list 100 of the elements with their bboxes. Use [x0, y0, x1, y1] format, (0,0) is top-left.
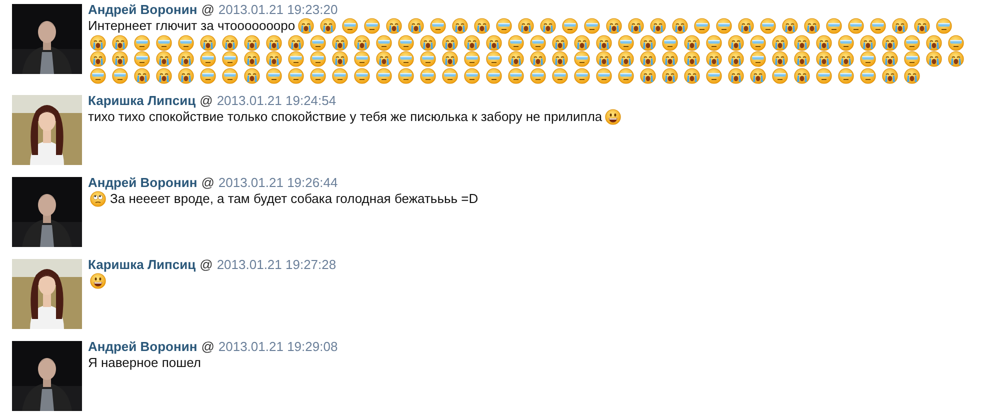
goggles-face-icon [288, 51, 304, 67]
crying-face-icon [508, 51, 524, 67]
crying-face-icon [618, 51, 634, 67]
crying-face-icon [728, 51, 744, 67]
grinning-face-icon [90, 273, 106, 289]
goggles-face-icon [354, 68, 370, 84]
goggles-face-icon [838, 68, 854, 84]
crying-face-icon [90, 51, 106, 67]
author-name[interactable]: Андрей Воронин [88, 339, 198, 354]
crying-face-icon [640, 68, 656, 84]
crying-face-icon [266, 34, 282, 50]
crying-face-icon [772, 51, 788, 67]
crying-face-icon [464, 34, 480, 50]
goggles-face-icon [310, 51, 326, 67]
crying-face-icon [222, 34, 238, 50]
message-text: Я наверное пошел [88, 355, 201, 370]
message-text: За неееет вроде, а там будет собака голодная бежатьььь =D [110, 191, 478, 206]
goggles-face-icon [574, 68, 590, 84]
goggles-face-icon [574, 51, 590, 67]
crying-face-icon [782, 18, 798, 34]
at-sign: @ [201, 175, 214, 190]
crying-face-icon [684, 68, 700, 84]
crying-face-icon [442, 34, 458, 50]
goggles-face-icon [222, 51, 238, 67]
goggles-face-icon [310, 34, 326, 50]
crying-face-icon [288, 34, 304, 50]
crying-face-icon [892, 18, 908, 34]
goggles-face-icon [486, 51, 502, 67]
crying-face-icon [882, 34, 898, 50]
crying-face-icon [156, 68, 172, 84]
crying-face-icon [518, 18, 534, 34]
author-name[interactable]: Андрей Воронин [88, 2, 198, 17]
crying-face-icon [332, 34, 348, 50]
crying-face-icon [772, 34, 788, 50]
goggles-face-icon [486, 68, 502, 84]
goggles-face-icon [530, 34, 546, 50]
crying-face-icon [244, 68, 260, 84]
goggles-face-icon [694, 18, 710, 34]
goggles-face-icon [750, 51, 766, 67]
goggles-face-icon [364, 18, 380, 34]
goggles-face-icon [310, 68, 326, 84]
crying-face-icon [882, 68, 898, 84]
crying-face-icon [134, 68, 150, 84]
goggles-face-icon [442, 68, 458, 84]
goggles-face-icon [772, 68, 788, 84]
message-text: Интернеет глючит за чтоооооооро [88, 18, 296, 33]
goggles-face-icon [266, 68, 282, 84]
crying-face-icon [794, 34, 810, 50]
goggles-face-icon [332, 68, 348, 84]
crying-face-icon [926, 51, 942, 67]
goggles-face-icon [134, 51, 150, 67]
crying-face-icon [904, 68, 920, 84]
author-name[interactable]: Андрей Воронин [88, 175, 198, 190]
goggles-face-icon [420, 68, 436, 84]
goggles-face-icon [936, 18, 952, 34]
goggles-face-icon [464, 51, 480, 67]
crying-face-icon [442, 51, 458, 67]
crying-face-icon [266, 51, 282, 67]
goggles-face-icon [860, 68, 876, 84]
crying-face-icon [662, 68, 678, 84]
author-name[interactable]: Каришка Липсиц [88, 257, 196, 272]
goggles-face-icon [552, 68, 568, 84]
goggles-face-icon [134, 34, 150, 50]
goggles-face-icon [376, 34, 392, 50]
crying-face-icon [728, 68, 744, 84]
goggles-face-icon [562, 18, 578, 34]
at-sign: @ [201, 339, 214, 354]
crying-face-icon [882, 51, 898, 67]
crying-face-icon [728, 34, 744, 50]
author-name[interactable]: Каришка Липсиц [88, 93, 196, 108]
goggles-face-icon [508, 68, 524, 84]
crying-face-icon [474, 18, 490, 34]
goggles-face-icon [904, 51, 920, 67]
goggles-face-icon [948, 34, 964, 50]
crying-face-icon [552, 34, 568, 50]
goggles-face-icon [288, 68, 304, 84]
crying-face-icon [244, 34, 260, 50]
crying-face-icon [552, 51, 568, 67]
crying-face-icon [178, 51, 194, 67]
crying-face-icon [628, 18, 644, 34]
crying-face-icon [662, 51, 678, 67]
crying-face-icon [320, 18, 336, 34]
goggles-face-icon [200, 68, 216, 84]
crying-face-icon [420, 34, 436, 50]
goggles-face-icon [420, 51, 436, 67]
crying-face-icon [738, 18, 754, 34]
goggles-face-icon [430, 18, 446, 34]
goggles-face-icon [584, 18, 600, 34]
at-sign: @ [200, 93, 213, 108]
crying-face-icon [948, 51, 964, 67]
goggles-face-icon [860, 51, 876, 67]
crying-face-icon [200, 34, 216, 50]
message-timestamp: 2013.01.21 19:24:54 [216, 93, 336, 108]
crying-face-icon [596, 51, 612, 67]
message-text: тихо тихо спокойствие только спокойствие у тебя же писюлька к забору не прилипла [88, 109, 602, 124]
at-sign: @ [201, 2, 214, 17]
crying-face-icon [750, 68, 766, 84]
crying-face-icon [650, 18, 666, 34]
crying-face-icon [816, 34, 832, 50]
crying-face-icon [574, 34, 590, 50]
